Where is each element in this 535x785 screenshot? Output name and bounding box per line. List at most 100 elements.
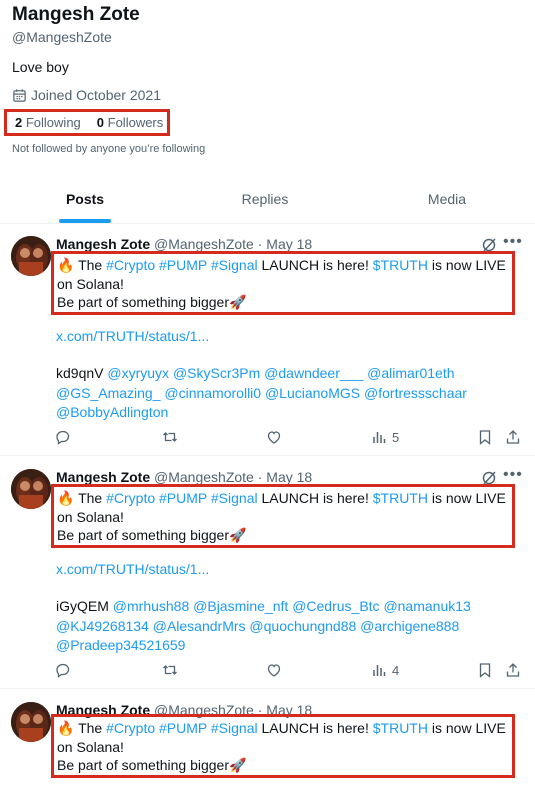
- post-text: 🔥 The #Crypto #PUMP #Signal LAUNCH is he…: [51, 484, 515, 548]
- post-header: Mangesh Zote @MangeshZote · May 18: [56, 236, 312, 252]
- mention[interactable]: @xyryuyx: [107, 365, 169, 381]
- post-link[interactable]: x.com/TRUTH/status/1...: [56, 561, 209, 577]
- views-button[interactable]: 4: [371, 661, 399, 679]
- views-icon: [373, 665, 386, 676]
- rocket-emoji: 🚀: [229, 527, 247, 543]
- more-icon[interactable]: •••: [503, 466, 523, 484]
- mention[interactable]: @cinnamorolli0: [164, 385, 261, 401]
- post-text-segment: LAUNCH is here!: [261, 490, 369, 506]
- hashtag-crypto[interactable]: #Crypto: [106, 257, 155, 273]
- avatar[interactable]: [11, 236, 51, 276]
- post-meta: @MangeshZote · May 18: [154, 469, 313, 485]
- post-code: iGyQEM: [56, 598, 109, 614]
- profile-display-name: Mangesh Zote: [12, 4, 140, 25]
- mention[interactable]: @GS_Amazing_: [56, 385, 160, 401]
- profile-tabs: Posts Replies Media: [0, 178, 535, 224]
- post-code: kd9qnV: [56, 365, 104, 381]
- hashtag-signal[interactable]: #Signal: [211, 720, 258, 736]
- following-label: Following: [25, 115, 81, 130]
- profile-handle: @MangeshZote: [12, 29, 112, 45]
- mention[interactable]: @namanuk13: [383, 598, 470, 614]
- mention[interactable]: @AlesandrMrs: [153, 618, 246, 634]
- bookmark-button[interactable]: [477, 661, 493, 679]
- hashtag-signal[interactable]: #Signal: [211, 257, 258, 273]
- post-link[interactable]: x.com/TRUTH/status/1...: [56, 328, 209, 344]
- calendar-icon: [13, 88, 26, 102]
- mention[interactable]: @archigene888: [360, 618, 459, 634]
- post-author-name[interactable]: Mangesh Zote: [56, 469, 150, 485]
- joined-text: Joined October 2021: [31, 87, 161, 103]
- hashtag-crypto[interactable]: #Crypto: [106, 490, 155, 506]
- repost-icon: [163, 432, 177, 442]
- post-header: Mangesh Zote @MangeshZote · May 18: [56, 469, 312, 485]
- share-button[interactable]: [505, 428, 521, 446]
- mention[interactable]: @KJ49268134: [56, 618, 149, 634]
- share-icon: [506, 430, 520, 444]
- avatar[interactable]: [11, 702, 51, 742]
- like-button[interactable]: [266, 428, 282, 446]
- post[interactable]: Mangesh Zote @MangeshZote · May 18 🔥 The…: [0, 690, 535, 785]
- rocket-emoji: 🚀: [229, 294, 247, 310]
- fire-emoji: 🔥: [57, 720, 75, 736]
- not-followed-note: Not followed by anyone you’re following: [12, 143, 206, 155]
- hashtag-pump[interactable]: #PUMP: [159, 720, 207, 736]
- like-button[interactable]: [266, 661, 282, 679]
- tab-media[interactable]: Media: [362, 178, 532, 223]
- post-text-line2: Be part of something bigger: [57, 757, 229, 773]
- views-count: 5: [392, 429, 400, 445]
- followers-count: 0: [96, 115, 105, 130]
- post-text: 🔥 The #Crypto #PUMP #Signal LAUNCH is he…: [51, 251, 515, 315]
- cashtag-truth[interactable]: $TRUTH: [373, 720, 428, 736]
- like-icon: [267, 664, 281, 677]
- fire-emoji: 🔥: [57, 257, 75, 273]
- tab-replies[interactable]: Replies: [180, 178, 350, 223]
- post[interactable]: Mangesh Zote @MangeshZote · May 18 ••• 🔥…: [0, 224, 535, 456]
- tab-media-label: Media: [427, 191, 467, 207]
- cashtag-truth[interactable]: $TRUTH: [373, 257, 428, 273]
- bookmark-button[interactable]: [477, 428, 493, 446]
- mention[interactable]: @BobbyAdlington: [56, 404, 168, 420]
- avatar[interactable]: [11, 469, 51, 509]
- hashtag-pump[interactable]: #PUMP: [159, 490, 207, 506]
- profile-bio: Love boy: [12, 59, 69, 75]
- post-text: 🔥 The #Crypto #PUMP #Signal LAUNCH is he…: [51, 714, 515, 778]
- mention[interactable]: @Bjasmine_nft: [193, 598, 288, 614]
- more-icon[interactable]: •••: [503, 233, 523, 251]
- mention[interactable]: @mrhush88: [113, 598, 189, 614]
- share-button[interactable]: [505, 661, 521, 679]
- post[interactable]: Mangesh Zote @MangeshZote · May 18 ••• 🔥…: [0, 457, 535, 689]
- post-mentions: kd9qnV @xyryuyx @SkyScr3Pm @dawndeer___ …: [56, 364, 526, 423]
- reply-button[interactable]: [55, 661, 71, 679]
- bookmark-icon: [479, 430, 491, 445]
- mention[interactable]: @quochungnd88: [249, 618, 356, 634]
- tab-posts[interactable]: Posts: [0, 178, 170, 223]
- following-link[interactable]: 2 Following: [15, 115, 81, 130]
- post-text-segment: LAUNCH is here!: [261, 257, 369, 273]
- hashtag-signal[interactable]: #Signal: [211, 490, 258, 506]
- post-text-line2: Be part of something bigger: [57, 294, 229, 310]
- mention[interactable]: @SkyScr3Pm: [173, 365, 260, 381]
- repost-button[interactable]: [162, 661, 178, 679]
- hashtag-crypto[interactable]: #Crypto: [106, 720, 155, 736]
- views-icon: [373, 432, 386, 443]
- repost-button[interactable]: [162, 428, 178, 446]
- tab-replies-label: Replies: [241, 191, 289, 207]
- mention[interactable]: @Pradeep34521659: [56, 637, 185, 653]
- mention[interactable]: @fortressschaar: [364, 385, 467, 401]
- reply-button[interactable]: [55, 428, 71, 446]
- post-text-segment: LAUNCH is here!: [261, 720, 369, 736]
- post-text-segment: The: [78, 257, 103, 273]
- post-author-name[interactable]: Mangesh Zote: [56, 236, 150, 252]
- mention[interactable]: @Cedrus_Btc: [292, 598, 379, 614]
- repost-icon: [163, 665, 177, 675]
- followers-label: Followers: [107, 115, 164, 130]
- mention[interactable]: @LucianoMGS: [265, 385, 360, 401]
- mention[interactable]: @dawndeer___: [264, 365, 363, 381]
- followers-link[interactable]: 0 Followers: [97, 115, 163, 130]
- like-icon: [267, 431, 281, 444]
- mention[interactable]: @alimar01eth: [367, 365, 454, 381]
- views-button[interactable]: 5: [371, 428, 399, 446]
- cashtag-truth[interactable]: $TRUTH: [373, 490, 428, 506]
- fire-emoji: 🔥: [57, 490, 75, 506]
- hashtag-pump[interactable]: #PUMP: [159, 257, 207, 273]
